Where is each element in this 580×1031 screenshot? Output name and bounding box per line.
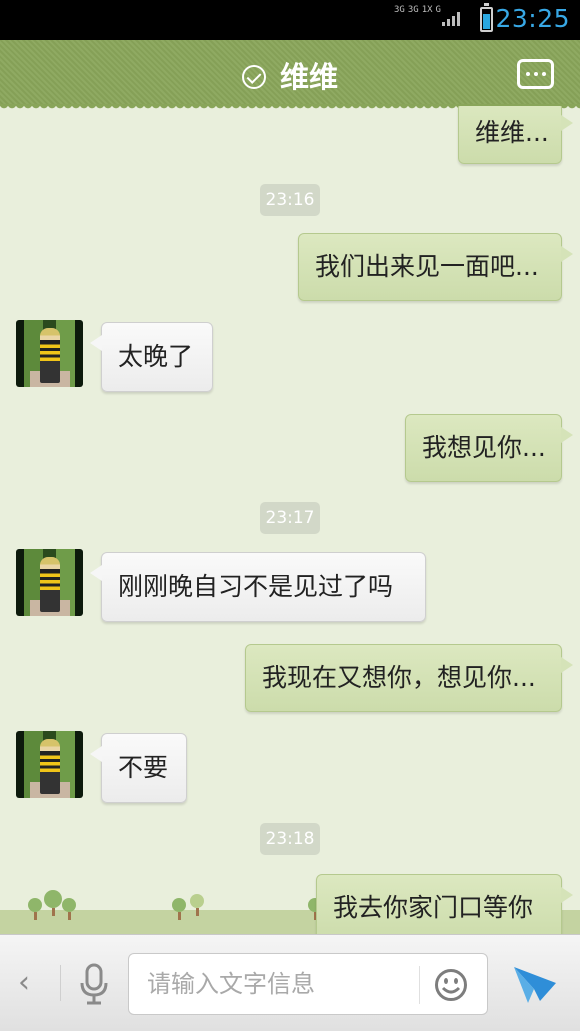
timestamp: 23:16 — [260, 184, 320, 216]
message-text: 我想见你... — [422, 433, 546, 462]
more-options-button[interactable] — [517, 59, 554, 89]
divider — [60, 965, 61, 1001]
header-title-group: 维维 — [0, 54, 580, 96]
timestamp: 23:18 — [260, 823, 320, 855]
message-input-box — [128, 953, 488, 1015]
outgoing-message[interactable]: 我去你家门口等你 — [316, 874, 573, 934]
message-input-bar: ‹ — [0, 934, 580, 1031]
outgoing-message[interactable]: 维维... — [458, 106, 573, 164]
emoji-icon[interactable] — [434, 968, 468, 1002]
chat-messages[interactable]: 维维... 23:16 我们出来见一面吧... 太晚了 我想见你... 23:1… — [0, 106, 580, 934]
status-clock: 23:25 — [495, 4, 570, 33]
network-label: 3G — [407, 5, 419, 15]
tree-decoration — [28, 898, 42, 920]
avatar[interactable] — [16, 731, 83, 798]
incoming-message[interactable]: 刚刚晚自习不是见过了吗 — [90, 552, 426, 622]
outgoing-message[interactable]: 我现在又想你，想见你... — [245, 644, 573, 712]
timestamp: 23:17 — [260, 502, 320, 534]
network-label: G — [435, 5, 441, 15]
send-icon[interactable] — [512, 963, 558, 1005]
dot — [533, 72, 538, 76]
network-indicators: 3G 3G 1X G — [394, 6, 470, 32]
divider — [419, 966, 420, 1004]
dot — [525, 72, 530, 76]
dot — [541, 72, 546, 76]
message-text: 维维... — [475, 118, 549, 147]
message-text: 不要 — [118, 753, 169, 782]
battery-icon — [480, 3, 493, 32]
tree-decoration — [62, 898, 76, 920]
microphone-icon[interactable] — [78, 963, 110, 1005]
avatar[interactable] — [16, 549, 83, 616]
incoming-message[interactable]: 不要 — [90, 733, 187, 803]
avatar[interactable] — [16, 320, 83, 387]
tree-decoration — [172, 898, 186, 920]
network-label: 3G — [394, 5, 405, 15]
message-text: 刚刚晚自习不是见过了吗 — [118, 572, 394, 601]
incoming-message[interactable]: 太晚了 — [90, 322, 213, 392]
status-bar: 3G 3G 1X G 23:25 — [0, 0, 580, 40]
back-chevron-icon[interactable]: ‹ — [18, 965, 30, 1000]
message-input[interactable] — [147, 954, 417, 1014]
chat-header: 维维 — [0, 40, 580, 112]
contact-name: 维维 — [279, 60, 338, 94]
signal-strength-icon — [442, 12, 460, 26]
message-text: 我现在又想你，想见你... — [262, 663, 536, 692]
verified-check-icon — [241, 65, 266, 89]
outgoing-message[interactable]: 我们出来见一面吧... — [298, 233, 573, 301]
network-label: 1X — [421, 5, 433, 15]
outgoing-message[interactable]: 我想见你... — [405, 414, 573, 482]
tree-decoration — [190, 894, 204, 916]
tree-decoration — [44, 890, 62, 916]
message-text: 太晚了 — [118, 342, 194, 371]
message-text: 我去你家门口等你 — [333, 893, 534, 922]
message-text: 我们出来见一面吧... — [315, 252, 539, 281]
